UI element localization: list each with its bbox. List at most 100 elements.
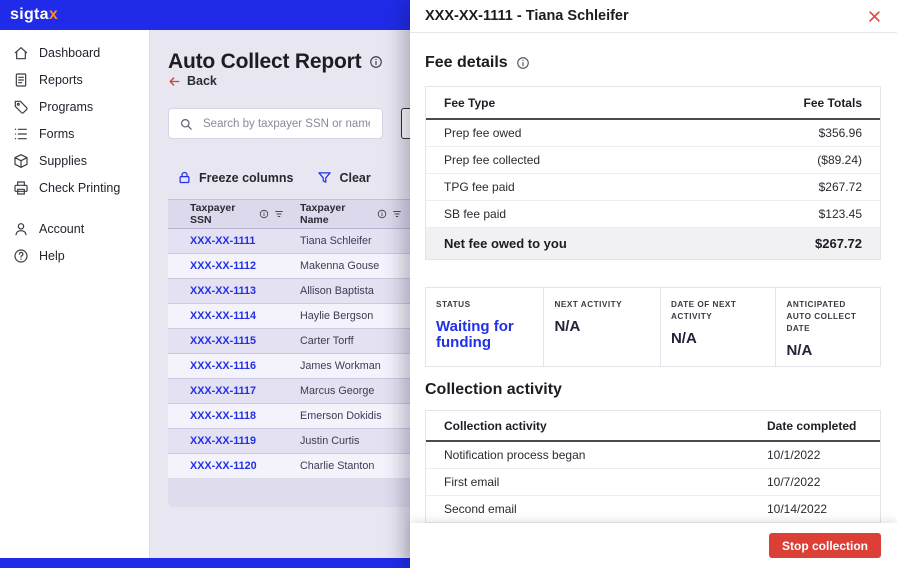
fee-type: SB fee paid (444, 207, 506, 221)
collection-table-header: Collection activity Date completed (426, 411, 880, 442)
taxpayer-ssn-link[interactable]: XXX-XX-1117 (168, 379, 290, 404)
column-header-taxpayer-name[interactable]: Taxpayer Name (290, 200, 408, 229)
fee-details-heading-row: Fee details (425, 54, 530, 72)
status-cell: NEXT ACTIVITY N/A (543, 288, 659, 366)
info-icon[interactable] (369, 55, 383, 69)
sidebar: Dashboard Reports Programs Forms Supplie… (0, 30, 150, 558)
taxpayer-ssn-link[interactable]: XXX-XX-1112 (168, 254, 290, 279)
status-label: STATUS (436, 299, 533, 311)
taxpayer-name-cell: Charlie Stanton (290, 454, 408, 479)
list-icon (13, 126, 29, 142)
fee-total: ($89.24) (817, 153, 862, 167)
status-cell: STATUS Waiting for funding (426, 288, 543, 366)
column-header-taxpayer-ssn[interactable]: Taxpayer SSN (168, 200, 290, 229)
clear-filters-button[interactable]: Clear (317, 170, 370, 185)
info-icon[interactable] (516, 56, 530, 70)
fee-row: SB fee paid $123.45 (426, 201, 880, 228)
panel-header: XXX-XX-1111 - Tiana Schleifer (410, 0, 897, 33)
app-logo[interactable]: sigtax (10, 6, 58, 24)
search-input[interactable] (201, 117, 372, 131)
freeze-columns-label: Freeze columns (199, 171, 293, 185)
taxpayer-ssn-link[interactable]: XXX-XX-1111 (168, 229, 290, 254)
page-title: Auto Collect Report (168, 50, 361, 74)
fee-total: $267.72 (819, 180, 862, 194)
sidebar-item-account[interactable]: Account (0, 215, 149, 242)
fee-type: Prep fee collected (444, 153, 540, 167)
sidebar-nav: Dashboard Reports Programs Forms Supplie… (0, 30, 149, 269)
taxpayer-name-cell: Emerson Dokidis (290, 404, 408, 429)
taxpayer-name-cell: Haylie Bergson (290, 304, 408, 329)
fee-total: $356.96 (819, 126, 862, 140)
sidebar-item-supplies[interactable]: Supplies (0, 147, 149, 174)
panel-title: XXX-XX-1111 - Tiana Schleifer (425, 8, 629, 24)
sidebar-item-label: Dashboard (39, 46, 100, 60)
close-icon[interactable] (867, 9, 882, 24)
sidebar-item-label: Forms (39, 127, 74, 141)
collection-row: Notification process began 10/1/2022 (426, 442, 880, 469)
status-value: N/A (786, 343, 870, 360)
info-icon[interactable] (377, 209, 387, 219)
taxpayer-name-cell: Justin Curtis (290, 429, 408, 454)
sidebar-item-dashboard[interactable]: Dashboard (0, 39, 149, 66)
app-screen: sigtax Dashboard Reports Programs Forms (0, 0, 897, 568)
collection-row: Second email 10/14/2022 (426, 496, 880, 523)
back-link[interactable]: Back (168, 74, 217, 88)
taxpayer-name-cell: Tiana Schleifer (290, 229, 408, 254)
box-icon (13, 153, 29, 169)
sidebar-item-programs[interactable]: Programs (0, 93, 149, 120)
filter-icon (317, 170, 332, 185)
sidebar-item-label: Help (39, 249, 65, 263)
filter-icon[interactable] (274, 209, 284, 220)
sidebar-item-label: Programs (39, 100, 93, 114)
taxpayer-name-cell: Carter Torff (290, 329, 408, 354)
status-panel: STATUS Waiting for funding NEXT ACTIVITY… (425, 287, 881, 367)
status-value: N/A (671, 331, 765, 348)
sidebar-item-forms[interactable]: Forms (0, 120, 149, 147)
question-icon (13, 248, 29, 264)
fee-table-header: Fee Type Fee Totals (426, 87, 880, 120)
page-title-row: Auto Collect Report (168, 50, 383, 74)
taxpayer-ssn-link[interactable]: XXX-XX-1114 (168, 304, 290, 329)
fee-row: Prep fee owed $356.96 (426, 120, 880, 147)
taxpayer-ssn-link[interactable]: XXX-XX-1118 (168, 404, 290, 429)
collection-activity: First email (444, 475, 767, 489)
collection-activity: Second email (444, 502, 767, 516)
document-icon (13, 72, 29, 88)
taxpayer-ssn-link[interactable]: XXX-XX-1116 (168, 354, 290, 379)
date-completed-column: Date completed (767, 419, 862, 433)
taxpayer-ssn-link[interactable]: XXX-XX-1119 (168, 429, 290, 454)
date-completed: 10/7/2022 (767, 475, 862, 489)
fee-row: Prep fee collected ($89.24) (426, 147, 880, 174)
column-label: Taxpayer SSN (190, 202, 254, 226)
collection-activity: Notification process began (444, 448, 767, 462)
net-fee-row: Net fee owed to you $267.72 (426, 228, 880, 259)
taxpayer-name-cell: Makenna Gouse (290, 254, 408, 279)
info-icon[interactable] (259, 209, 269, 219)
status-cell: ANTICIPATED AUTO COLLECT DATE N/A (775, 288, 880, 366)
printer-icon (13, 180, 29, 196)
sidebar-item-label: Reports (39, 73, 83, 87)
taxpayer-ssn-link[interactable]: XXX-XX-1120 (168, 454, 290, 479)
filter-icon[interactable] (392, 209, 402, 220)
table-actions: Freeze columns Clear (177, 170, 371, 185)
taxpayer-name-cell: James Workman (290, 354, 408, 379)
fee-type: TPG fee paid (444, 180, 515, 194)
sidebar-item-label: Account (39, 222, 84, 236)
status-label: ANTICIPATED AUTO COLLECT DATE (786, 299, 870, 335)
taxpayer-ssn-link[interactable]: XXX-XX-1115 (168, 329, 290, 354)
freeze-columns-button[interactable]: Freeze columns (177, 170, 293, 185)
sidebar-item-help[interactable]: Help (0, 242, 149, 269)
status-label: DATE OF NEXT ACTIVITY (671, 299, 765, 323)
logo-text: sigta (10, 6, 49, 23)
status-value: N/A (554, 319, 649, 336)
back-label: Back (187, 74, 217, 88)
date-completed: 10/14/2022 (767, 502, 862, 516)
taxpayer-ssn-link[interactable]: XXX-XX-1113 (168, 279, 290, 304)
sidebar-item-check-printing[interactable]: Check Printing (0, 174, 149, 201)
fee-table: Fee Type Fee Totals Prep fee owed $356.9… (425, 86, 881, 260)
sidebar-item-reports[interactable]: Reports (0, 66, 149, 93)
taxpayer-name-cell: Allison Baptista (290, 279, 408, 304)
lock-icon (177, 170, 192, 185)
stop-collection-button[interactable]: Stop collection (769, 533, 881, 558)
panel-footer: Stop collection (410, 523, 897, 568)
